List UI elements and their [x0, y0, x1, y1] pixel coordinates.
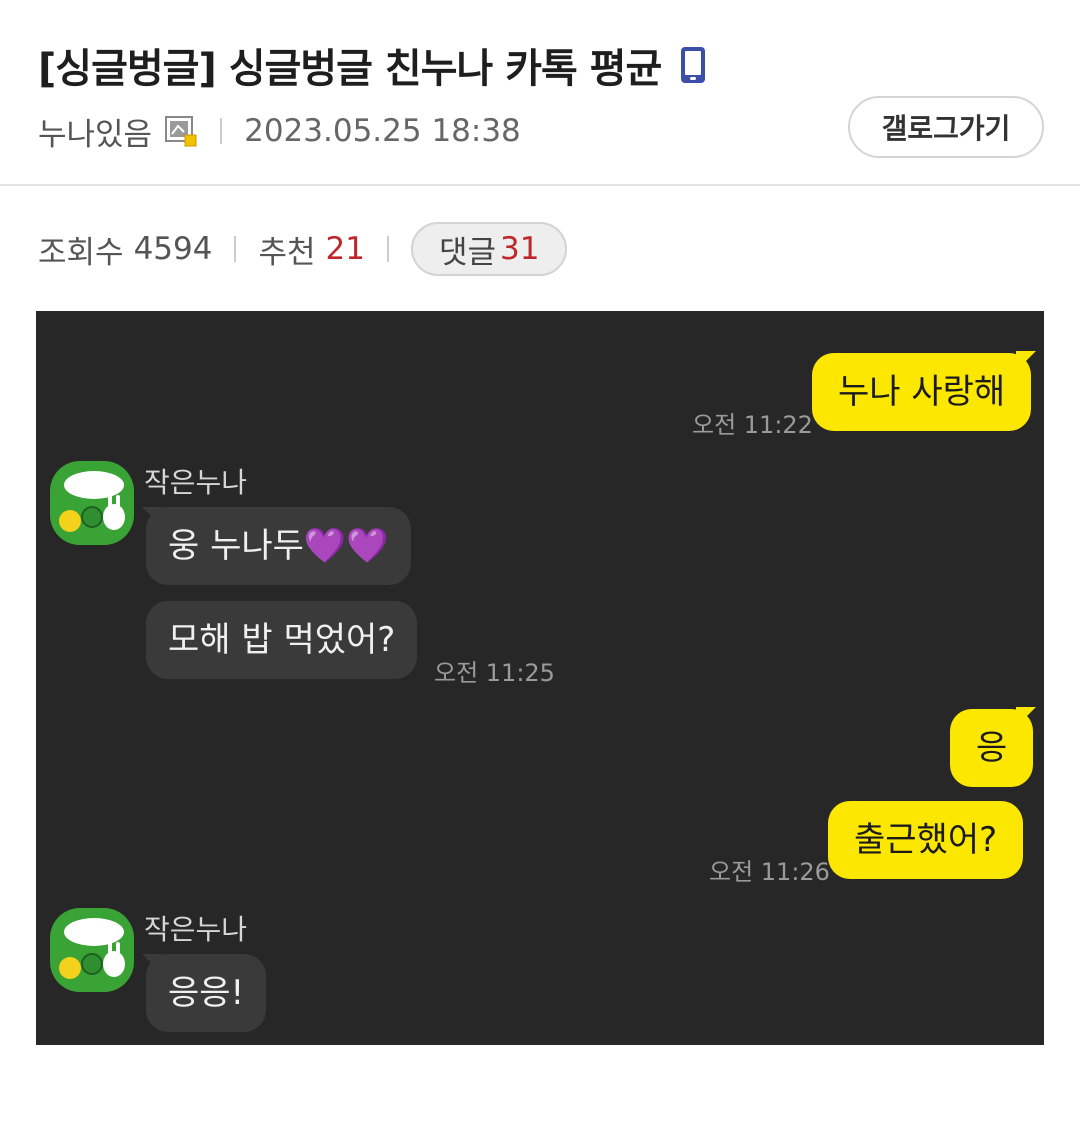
views-count: 4594 [133, 231, 213, 267]
header-divider [0, 184, 1080, 186]
recommend-count: 21 [325, 231, 365, 267]
comments-label: 댓글 [438, 234, 497, 271]
views-label: 조회수 [38, 234, 124, 271]
my-message-bubble: 누나 사랑해 [812, 353, 1032, 431]
their-message-bubble: 모해 밥 먹었어? [146, 601, 418, 679]
message-text: 누나 사랑해 [838, 372, 1006, 412]
my-bubble-tail [1016, 351, 1036, 371]
my-message-bubble: 출근했어? [828, 801, 1024, 879]
meta-separator [220, 118, 223, 144]
post-date: 2023.05.25 18:38 [244, 113, 521, 149]
sender-name: 작은누나 [144, 466, 248, 499]
stats-separator [386, 236, 389, 262]
comments-count: 31 [500, 231, 540, 267]
message-text: 출근했어? [854, 820, 998, 860]
their-message-bubble: 응응! [146, 954, 267, 1032]
gallog-button[interactable]: 갤로그가기 [848, 96, 1044, 158]
member-icon [164, 114, 198, 148]
my-bubble-tail [1016, 707, 1036, 727]
message-time: 오전 11:26 [709, 858, 830, 886]
post-title-text: [싱글벙글] 싱글벙글 친누나 카톡 평균 [38, 46, 662, 92]
post-title: [싱글벙글] 싱글벙글 친누나 카톡 평균 [38, 36, 707, 94]
avatar[interactable] [50, 908, 134, 992]
message-text: 응응! [168, 973, 245, 1013]
recommend-label: 추천 [258, 234, 316, 271]
message-time: 오전 11:22 [692, 411, 813, 439]
message-time: 오전 11:25 [434, 659, 555, 687]
comments-button[interactable]: 댓글 31 [410, 222, 568, 276]
stats-separator [234, 236, 237, 262]
their-message-bubble: 웅 누나두💜💜 [146, 507, 411, 585]
sender-name: 작은누나 [144, 913, 248, 946]
author-name[interactable]: 누나있음 [38, 109, 152, 154]
mobile-icon [679, 45, 707, 85]
message-text: 모해 밥 먹었어? [168, 620, 396, 660]
message-text: 웅 누나두💜💜 [168, 526, 389, 566]
message-text: 응 [976, 728, 1008, 768]
post-stats: 조회수 4594 추천 21 댓글 31 [38, 222, 568, 276]
post-meta: 누나있음 2023.05.25 18:38 [38, 108, 521, 154]
avatar[interactable] [50, 461, 134, 545]
chat-screenshot: 오전 11:22 누나 사랑해 작은누나 웅 누나두💜💜 모해 밥 먹었어? 오… [36, 311, 1044, 1045]
